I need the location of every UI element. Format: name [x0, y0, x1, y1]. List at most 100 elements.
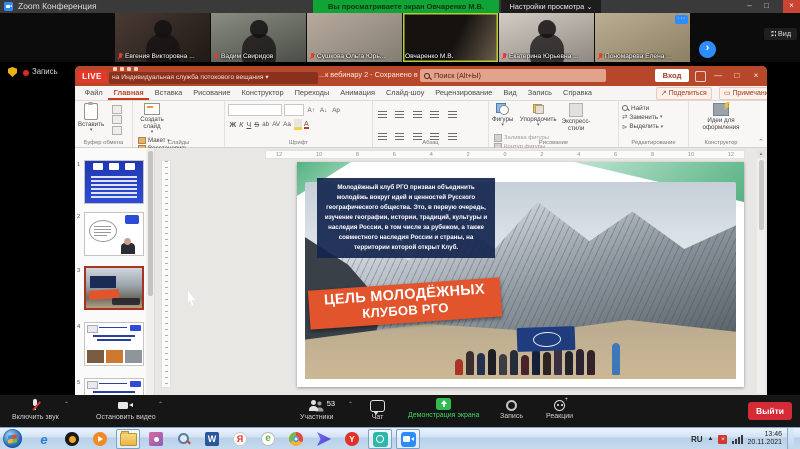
participants-options-caret[interactable]: ⌃: [348, 401, 353, 408]
font-name-combobox[interactable]: [228, 104, 282, 116]
character-spacing-button[interactable]: AV: [272, 121, 280, 128]
collapse-ribbon-button[interactable]: ⌃: [758, 138, 764, 146]
share-button[interactable]: ↗ Поделиться: [656, 87, 712, 100]
select-button[interactable]: ⊳Выделить ▾: [622, 123, 685, 131]
clear-formatting-button[interactable]: Ар: [332, 107, 340, 114]
cut-icon[interactable]: [112, 105, 122, 114]
language-indicator[interactable]: RU: [691, 435, 703, 444]
aimp-player-icon[interactable]: [60, 429, 84, 449]
slide-scrollbar[interactable]: ▴: [757, 150, 765, 393]
internet-explorer-icon[interactable]: e: [32, 429, 56, 449]
font-color-button[interactable]: А: [304, 120, 309, 129]
tab-view[interactable]: Вид: [498, 86, 522, 100]
shapes-button[interactable]: Фигуры▾: [492, 103, 513, 129]
tab-transitions[interactable]: Переходы: [289, 86, 335, 100]
participant-tile[interactable]: Екатерина Юрьевна ...: [499, 13, 594, 62]
mail-agent-icon[interactable]: [368, 429, 392, 449]
scrollbar-thumb[interactable]: [759, 160, 764, 230]
paste-button[interactable]: Вставить▾: [78, 103, 104, 134]
highlight-color-button[interactable]: [294, 119, 302, 130]
share-screen-button[interactable]: Демонстрация экрана: [408, 398, 480, 419]
file-explorer-icon[interactable]: [116, 429, 140, 449]
participants-button[interactable]: 53 Участники ⌃: [300, 399, 333, 421]
participant-tile[interactable]: Евгения Викторовна ...: [115, 13, 210, 62]
find-button[interactable]: Найти: [622, 105, 685, 112]
scrollbar-thumb[interactable]: [148, 151, 153, 296]
align-center-icon[interactable]: [395, 133, 404, 140]
columns-icon[interactable]: [448, 133, 457, 140]
format-painter-icon[interactable]: [112, 126, 122, 135]
scroll-up-arrow[interactable]: ▴: [757, 150, 765, 158]
chat-button[interactable]: Чат: [370, 399, 385, 421]
quick-styles-button[interactable]: Экспресс-стили: [563, 103, 589, 132]
participant-tile[interactable]: Вадим Свиридов: [211, 13, 306, 62]
tab-slideshow[interactable]: Слайд-шоу: [380, 86, 429, 100]
tab-animations[interactable]: Анимация: [335, 86, 381, 100]
tab-file[interactable]: Файл: [79, 86, 108, 100]
eset-antivirus-icon[interactable]: e: [256, 429, 280, 449]
network-icon[interactable]: [732, 434, 742, 444]
slide-thumbnail-5[interactable]: [84, 378, 144, 395]
sign-in-button[interactable]: Вход: [655, 69, 689, 82]
grow-font-button[interactable]: А↑: [308, 107, 315, 114]
arrange-button[interactable]: Упорядочить▾: [520, 103, 557, 129]
mic-options-caret[interactable]: ⌃: [64, 401, 69, 408]
line-spacing-icon[interactable]: [448, 111, 457, 118]
slide-thumbnail-4[interactable]: [84, 322, 144, 366]
quick-access-toolbar[interactable]: [113, 67, 138, 71]
tab-home[interactable]: Главная: [108, 86, 149, 100]
view-settings-button[interactable]: Настройки просмотра ⌄: [501, 0, 601, 13]
yandex-icon[interactable]: Я: [228, 429, 252, 449]
redo-icon[interactable]: [127, 67, 131, 71]
tab-review[interactable]: Рецензирование: [430, 86, 498, 100]
ppt-restore-button[interactable]: □: [728, 66, 746, 86]
numbering-icon[interactable]: [395, 111, 404, 118]
shrink-font-button[interactable]: А↓: [320, 107, 327, 114]
start-slideshow-icon[interactable]: [134, 67, 138, 71]
search-utility-icon[interactable]: [172, 429, 196, 449]
chrome-icon[interactable]: [284, 429, 308, 449]
comments-button[interactable]: ▭ Примечания: [719, 87, 767, 100]
kmplayer-icon[interactable]: [312, 429, 336, 449]
bullets-icon[interactable]: [378, 111, 387, 118]
unmute-button[interactable]: Включить звук ⌃: [12, 399, 59, 421]
underline-button[interactable]: Ч: [246, 120, 251, 129]
zoom-taskbar-icon[interactable]: [396, 429, 420, 449]
show-desktop-button[interactable]: [787, 428, 794, 449]
more-options-button[interactable]: ···: [675, 15, 688, 24]
tab-insert[interactable]: Вставка: [149, 86, 187, 100]
copy-icon[interactable]: [112, 115, 122, 124]
start-button[interactable]: [3, 429, 22, 448]
tab-design[interactable]: Конструктор: [236, 86, 289, 100]
bold-button[interactable]: Ж: [230, 120, 237, 129]
participant-tile[interactable]: ··· Пономарева Елена ...: [595, 13, 690, 62]
hidden-icons-caret[interactable]: ▲: [708, 436, 714, 442]
participant-tile-active-speaker[interactable]: Овчаренко М.В.: [403, 13, 498, 62]
increase-indent-icon[interactable]: [430, 111, 439, 118]
text-shadow-button[interactable]: ab: [262, 121, 269, 128]
action-center-flag-icon[interactable]: ×: [718, 435, 727, 444]
thumbnail-scrollbar[interactable]: [146, 148, 155, 395]
gallery-view-button[interactable]: Вид: [764, 28, 797, 40]
italic-button[interactable]: К: [239, 120, 243, 129]
media-player-icon[interactable]: [88, 429, 112, 449]
search-input[interactable]: Поиск (Alt+Ы): [420, 69, 606, 82]
decrease-indent-icon[interactable]: [413, 111, 422, 118]
change-case-button[interactable]: Aa: [283, 121, 291, 128]
stop-video-button[interactable]: Остановить видео ⌃: [96, 399, 156, 421]
word-icon[interactable]: W: [200, 429, 224, 449]
record-button[interactable]: Запись: [500, 399, 523, 420]
account-icon[interactable]: [695, 71, 706, 82]
align-left-icon[interactable]: [378, 133, 387, 140]
leave-meeting-button[interactable]: Выйти: [748, 402, 792, 420]
design-ideas-button[interactable]: Идеи для оформления: [692, 103, 750, 131]
undo-icon[interactable]: [120, 67, 124, 71]
yandex-browser-icon[interactable]: Y: [340, 429, 364, 449]
zoom-close-button[interactable]: ×: [783, 0, 800, 13]
next-participants-arrow-button[interactable]: ›: [699, 41, 716, 58]
font-size-combobox[interactable]: [284, 104, 304, 116]
taskbar-clock[interactable]: 13:46 20.11.2021: [747, 431, 782, 447]
strikethrough-button[interactable]: S: [254, 120, 259, 129]
tab-help[interactable]: Справка: [558, 86, 598, 100]
tab-record[interactable]: Запись: [522, 86, 557, 100]
